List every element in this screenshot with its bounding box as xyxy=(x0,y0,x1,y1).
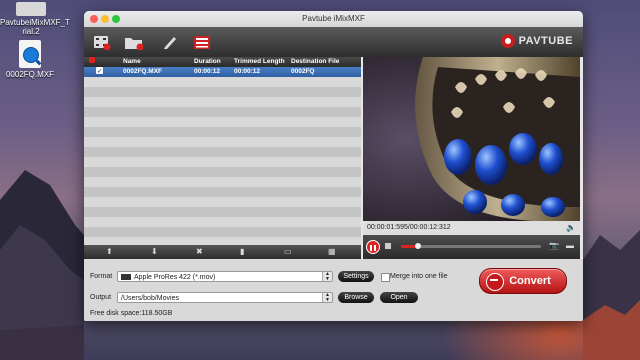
brand-logo: PAVTUBE xyxy=(500,34,573,48)
select-all-checkbox[interactable] xyxy=(89,57,95,63)
col-destination[interactable]: Destination File xyxy=(291,57,339,67)
title-bar: Pavtube iMixMXF xyxy=(84,11,583,27)
format-label: Format xyxy=(90,273,113,280)
empty-rows xyxy=(84,77,361,245)
file-list: Name Duration Trimmed Length Destination… xyxy=(84,57,361,245)
col-trimmed[interactable]: Trimmed Length xyxy=(234,57,285,67)
play-pause-button[interactable] xyxy=(366,240,380,254)
desktop-app-label: PavtubeiMixMXF_T rial.2 xyxy=(0,18,70,36)
preview-time: 00:00:01:595/00:00:12:312 xyxy=(367,224,451,231)
free-disk-space: Free disk space:118.50GB xyxy=(90,310,173,317)
quicktime-file-icon xyxy=(19,40,41,68)
desktop-file-label: 0002FQ.MXF xyxy=(5,70,54,79)
merge-label: Merge into one file xyxy=(390,273,448,280)
merge-list-icon xyxy=(194,36,210,49)
window-title: Pavtube iMixMXF xyxy=(302,14,365,23)
convert-button[interactable]: Convert xyxy=(479,268,567,294)
convert-icon xyxy=(486,273,504,291)
settings-button[interactable]: Settings xyxy=(338,271,374,282)
format-value: Apple ProRes 422 (*.mov) xyxy=(134,274,216,281)
properties-icon[interactable]: ▦ xyxy=(328,248,336,256)
open-button[interactable]: Open xyxy=(380,292,418,303)
row-name: 0002FQ.MXF xyxy=(123,68,163,75)
col-name[interactable]: Name xyxy=(123,57,141,67)
output-path-value: /Users/bob/Movies xyxy=(121,295,179,302)
format-dropdown-icon: ▲ ▼ xyxy=(322,272,332,282)
seek-handle[interactable] xyxy=(414,243,421,249)
close-window-button[interactable] xyxy=(90,15,98,23)
move-up-icon[interactable]: ⬆ xyxy=(106,248,113,256)
delete-icon[interactable]: ▮ xyxy=(240,248,244,256)
output-path-field[interactable]: /Users/bob/Movies ▲ ▼ xyxy=(117,292,333,303)
file-list-header: Name Duration Trimmed Length Destination… xyxy=(84,57,361,67)
preview-frame-image xyxy=(363,57,580,221)
table-row[interactable]: ✓ 0002FQ.MXF 00:00:12 00:00:12 0002FQ xyxy=(84,67,361,77)
col-duration[interactable]: Duration xyxy=(194,57,221,67)
main-toolbar: PAVTUBE xyxy=(84,27,583,57)
pavtube-logo-icon xyxy=(500,34,515,48)
add-video-button[interactable] xyxy=(92,32,112,52)
desktop-app-item[interactable]: PavtubeiMixMXF_T rial.2 xyxy=(0,2,70,36)
app-window: Pavtube iMixMXF PAVTUBE Name Duration Tr… xyxy=(84,11,583,321)
edit-icon xyxy=(164,37,176,49)
move-down-icon[interactable]: ⬇ xyxy=(151,248,158,256)
snapshot-icon[interactable]: 📷 xyxy=(549,241,559,250)
format-select[interactable]: Apple ProRes 422 (*.mov) ▲ ▼ xyxy=(117,271,333,282)
subtitle-icon[interactable]: ▭ xyxy=(284,248,292,256)
minimize-window-button[interactable] xyxy=(101,15,109,23)
time-bar: 00:00:01:595/00:00:12:312 🔈 xyxy=(363,221,580,235)
output-label: Output xyxy=(90,294,112,301)
seek-bar[interactable] xyxy=(401,243,541,249)
edit-button[interactable] xyxy=(160,32,180,52)
add-video-icon xyxy=(94,36,111,50)
format-icon xyxy=(121,274,131,281)
merge-checkbox[interactable] xyxy=(381,273,390,282)
remove-icon[interactable]: ✖ xyxy=(196,248,203,256)
row-destination: 0002FQ xyxy=(291,68,315,75)
add-folder-icon xyxy=(125,38,144,50)
merge-list-button[interactable] xyxy=(192,32,212,52)
output-settings-panel: Format Apple ProRes 422 (*.mov) ▲ ▼ Setti… xyxy=(84,259,583,321)
video-preview xyxy=(363,57,580,221)
row-checkbox[interactable]: ✓ xyxy=(96,67,103,75)
list-toolbar: ⬆ ⬇ ✖ ▮ ▭ ▦ xyxy=(84,245,361,259)
desktop-video-file[interactable]: 0002FQ.MXF xyxy=(5,40,55,79)
pause-icon xyxy=(370,245,376,251)
app-file-icon xyxy=(16,2,46,16)
output-dropdown-icon: ▲ ▼ xyxy=(322,293,332,303)
zoom-window-button[interactable] xyxy=(112,15,120,23)
add-folder-button[interactable] xyxy=(124,32,144,52)
brand-name: PAVTUBE xyxy=(518,35,573,47)
stop-icon[interactable] xyxy=(385,243,391,249)
volume-icon[interactable]: 🔈 xyxy=(566,221,576,235)
browse-button[interactable]: Browse xyxy=(338,292,374,303)
playback-controls: 📷 ▬ xyxy=(363,235,580,259)
convert-label: Convert xyxy=(509,275,551,287)
row-duration: 00:00:12 xyxy=(194,68,221,75)
row-trimmed: 00:00:12 xyxy=(234,68,261,75)
open-folder-icon[interactable]: ▬ xyxy=(566,241,574,250)
